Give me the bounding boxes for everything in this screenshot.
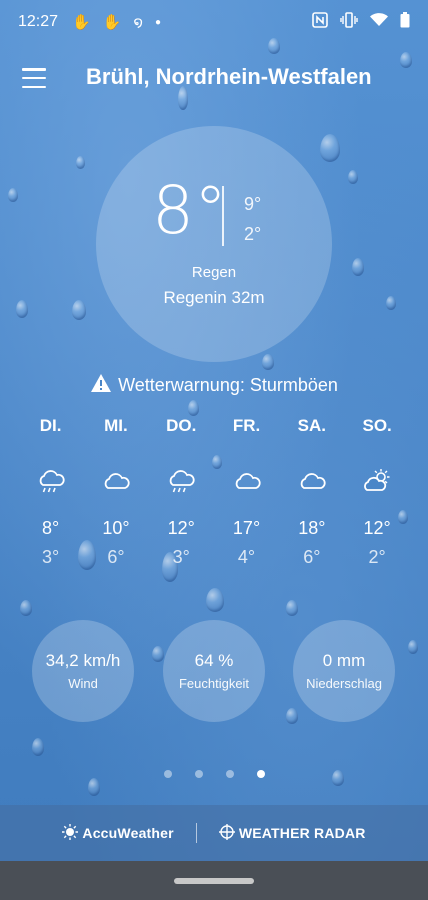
rain-drop: [286, 708, 298, 724]
forecast-day[interactable]: MI. 10° 6°: [83, 416, 148, 568]
forecast-day[interactable]: SO. 12° 2°: [344, 416, 409, 568]
cloud-icon: [232, 468, 262, 496]
current-condition: Regen: [191, 264, 237, 281]
spiral-icon: ໑: [133, 14, 144, 31]
footer-divider: [195, 823, 197, 843]
rain-cloud-icon: [166, 468, 196, 496]
current-temperature: 8°: [152, 172, 227, 249]
forecast-day-name: DI.: [39, 416, 62, 435]
wifi-icon: [370, 13, 388, 31]
wind-value: 34,2 km/h: [45, 651, 121, 670]
hamburger-line: [22, 76, 46, 80]
app-header: Brühl, Nordrhein-Westfalen: [0, 56, 428, 100]
forecast-low: 3°: [172, 547, 190, 567]
humidity-label: Feuchtigkeit: [178, 676, 250, 691]
rain-drop: [72, 300, 86, 320]
daily-forecast: DI. 8° 3° MI. 10° 6° DO. 12° 3° FR. 17° …: [18, 416, 410, 568]
warning-text: Wetterwarnung: Sturmböen: [118, 375, 338, 395]
forecast-high: 12°: [363, 518, 391, 538]
forecast-high: 18°: [298, 518, 326, 538]
forecast-high: 10°: [102, 518, 130, 538]
cloud-icon: [297, 468, 327, 496]
rain-drop: [262, 354, 274, 370]
crosshair-icon: [218, 823, 235, 843]
sun-cloud-icon: [362, 468, 392, 496]
menu-button[interactable]: [22, 68, 46, 88]
forecast-day-name: FR.: [232, 416, 261, 435]
rain-drop: [16, 300, 28, 318]
weather-warning[interactable]: Wetterwarnung: Sturmböen: [0, 373, 428, 398]
rain-drop: [8, 188, 18, 202]
weather-radar-label: WEATHER RADAR: [238, 825, 366, 841]
location-title[interactable]: Brühl, Nordrhein-Westfalen: [86, 64, 372, 90]
rain-drop: [352, 258, 364, 276]
forecast-high: 12°: [167, 518, 195, 538]
accuweather-label: AccuWeather: [82, 825, 174, 841]
forecast-high: 17°: [232, 518, 261, 538]
battery-icon: [400, 12, 410, 32]
rain-drop: [152, 646, 164, 662]
vibrate-icon: [340, 12, 358, 32]
wind-label: Wind: [68, 676, 98, 691]
rain-drop: [286, 600, 298, 616]
nfc-icon: [312, 12, 328, 32]
forecast-day-name: SO.: [362, 416, 392, 435]
hamburger-line: [22, 85, 46, 88]
page-dot[interactable]: [163, 770, 172, 778]
rain-drop: [206, 588, 224, 612]
wind-bubble[interactable]: 34,2 km/h Wind: [32, 620, 134, 722]
sun-icon: [62, 823, 79, 843]
rain-drop: [320, 134, 340, 162]
rain-drop: [76, 156, 85, 169]
forecast-day[interactable]: DI. 8° 3°: [18, 416, 83, 568]
status-time: 12:27: [18, 13, 59, 30]
rain-drop: [32, 738, 44, 756]
forecast-day[interactable]: DO. 12° 3°: [149, 416, 214, 568]
humidity-value: 64 %: [194, 651, 234, 670]
forecast-low: 6°: [303, 547, 321, 567]
weather-radar-link[interactable]: WEATHER RADAR: [218, 823, 366, 843]
today-high: 9°: [244, 194, 262, 214]
rain-cloud-icon: [36, 468, 66, 496]
rain-drop: [408, 640, 418, 654]
forecast-low: 4°: [237, 547, 256, 567]
forecast-day[interactable]: FR. 17° 4°: [214, 416, 279, 568]
today-low: 2°: [244, 224, 262, 244]
rain-in-text: Regenin 32m: [163, 288, 265, 307]
system-nav-bar: [0, 861, 428, 900]
status-bar: 12:27 ✋ ✋ ໑ ●: [0, 0, 428, 44]
hand-icon: ✋: [102, 14, 122, 31]
dot-icon: ●: [155, 16, 162, 28]
forecast-day-name: SA.: [297, 416, 326, 435]
humidity-bubble[interactable]: 64 % Feuchtigkeit: [163, 620, 265, 722]
rain-drop: [188, 400, 199, 416]
forecast-high: 8°: [42, 518, 60, 538]
rain-drop: [348, 170, 358, 184]
page-dot[interactable]: [194, 770, 203, 778]
warning-icon: [90, 373, 112, 398]
rain-drop: [386, 296, 396, 310]
rain-drop: [88, 778, 100, 796]
page-indicator: [0, 770, 428, 778]
cloud-icon: [101, 468, 131, 496]
rain-drop: [20, 600, 32, 616]
footer-bar: AccuWeather WEATHER RADAR: [0, 805, 428, 861]
forecast-low: 2°: [368, 547, 386, 567]
home-gesture-pill[interactable]: [174, 878, 254, 884]
hamburger-line: [22, 68, 46, 71]
forecast-day-name: DO.: [166, 416, 197, 435]
page-dot-active[interactable]: [256, 770, 265, 778]
forecast-low: 3°: [42, 547, 60, 567]
page-dot[interactable]: [225, 770, 234, 778]
current-weather-circle[interactable]: 8° 9° 2° Regen Regenin 32m: [96, 126, 332, 362]
hand-icon: ✋: [72, 14, 91, 31]
forecast-day[interactable]: SA. 18° 6°: [279, 416, 344, 568]
forecast-day-name: MI.: [104, 416, 128, 435]
precipitation-value: 0 mm: [322, 651, 366, 670]
precipitation-bubble[interactable]: 0 mm Niederschlag: [293, 620, 395, 722]
forecast-low: 6°: [107, 547, 125, 567]
temp-divider: [222, 186, 224, 246]
accuweather-link[interactable]: AccuWeather: [62, 823, 174, 843]
precipitation-label: Niederschlag: [306, 676, 382, 691]
